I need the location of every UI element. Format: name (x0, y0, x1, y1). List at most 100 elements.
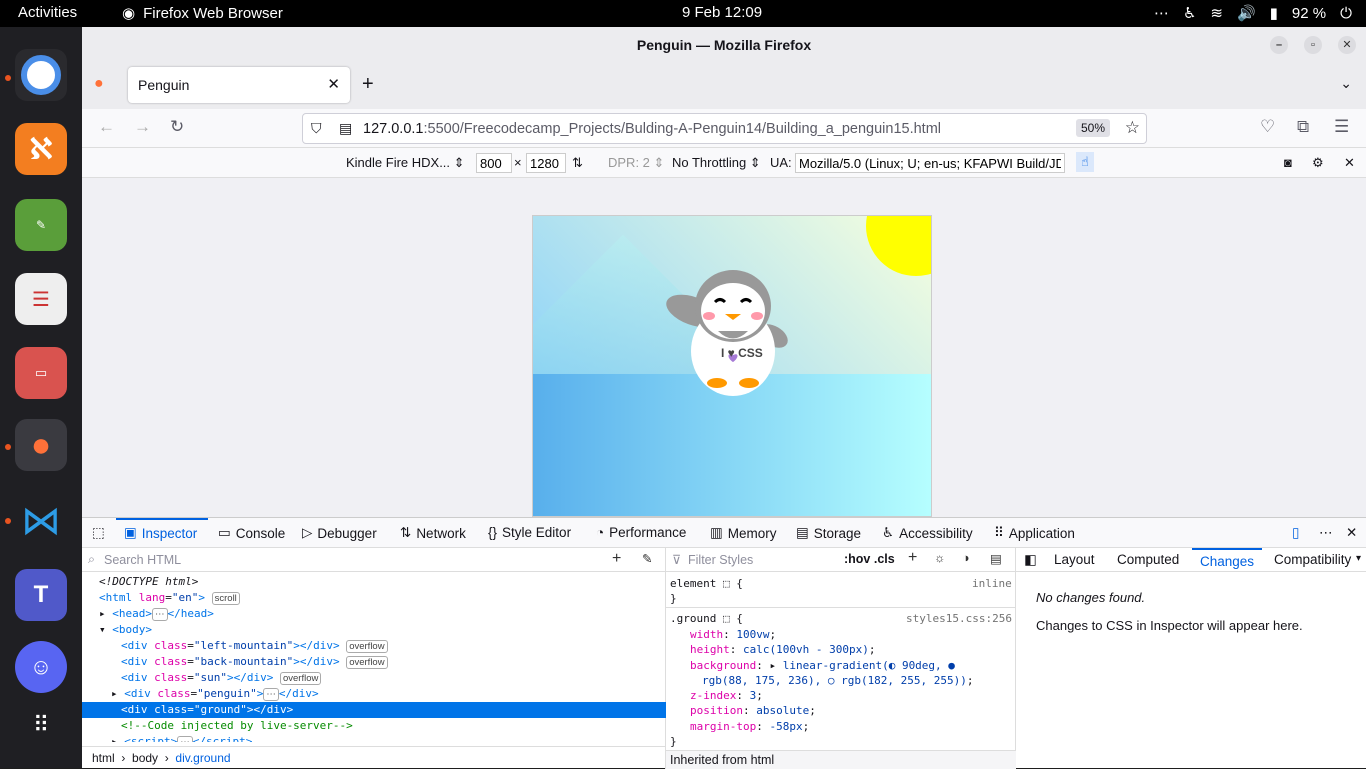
zoom-level[interactable]: 50% (1075, 119, 1110, 137)
clock[interactable]: 9 Feb 12:09 (682, 4, 762, 21)
app-menu[interactable]: ◉ Firefox Web Browser (122, 4, 283, 23)
bookmark-star-icon[interactable]: ☆ (1125, 118, 1140, 138)
tab-layout[interactable]: Layout (1054, 552, 1095, 567)
search-html-input[interactable]: ⌕ Search HTML + ✎ (82, 548, 666, 572)
close-window-button[interactable]: ✕ (1338, 36, 1356, 54)
settings-gear-icon[interactable]: ⚙ (1312, 155, 1324, 171)
close-devtools-icon[interactable]: ✕ (1346, 525, 1357, 541)
body-node[interactable]: ▾ <body> (82, 622, 666, 638)
screenshot-icon[interactable]: ◙ (1284, 155, 1292, 170)
files-icon[interactable]: ▭ (15, 347, 67, 399)
dark-scheme-icon[interactable]: ◑ (962, 551, 970, 565)
tab-console[interactable]: ▭ Console (218, 525, 285, 541)
tab-network[interactable]: ⇅ Network (400, 525, 466, 541)
penguin-page[interactable]: I ♥ CSS (532, 215, 932, 517)
eyedropper-icon[interactable]: ✎ (642, 551, 652, 566)
user-agent-input[interactable] (795, 153, 1065, 173)
decl-z-index[interactable]: z-index: 3; (690, 688, 763, 703)
discord-icon[interactable]: ☺ (15, 641, 67, 693)
tab-performance[interactable]: ◔ Performance (596, 525, 686, 540)
pseudo-class-toggle[interactable]: :hov .cls (844, 552, 895, 566)
decl-background-cont[interactable]: rgb(88, 175, 236), ○ rgb(182, 255, 255))… (702, 673, 974, 688)
menu-icon[interactable]: ☰ (1334, 117, 1349, 137)
tab-style-editor[interactable]: {} Style Editor (488, 525, 571, 540)
tab-changes[interactable]: Changes (1192, 548, 1263, 573)
breadcrumb-div-ground[interactable]: div.ground (175, 751, 230, 765)
minimize-button[interactable]: – (1270, 36, 1288, 54)
script-node[interactable]: ▸ <script>⋯</script> (82, 734, 666, 742)
filter-styles-input[interactable]: ⊽ Filter Styles :hov .cls + ☼ ◑ ▤ (666, 548, 1016, 572)
back-icon[interactable]: ← (98, 117, 115, 137)
forward-icon[interactable]: → (134, 117, 151, 137)
print-media-icon[interactable]: ▤ (990, 551, 1002, 566)
breadcrumb-body[interactable]: body (132, 751, 158, 765)
device-selector[interactable]: Kindle Fire HDX... ⇕ (346, 155, 465, 171)
add-node-icon[interactable]: + (612, 550, 621, 568)
app-grid-icon[interactable]: ⠿ (15, 699, 67, 751)
dpr-selector[interactable]: DPR: 2 ⇕ (608, 155, 664, 171)
activities-button[interactable]: Activities (18, 4, 77, 21)
reload-icon[interactable]: ↻ (170, 117, 184, 137)
ground-rule-header[interactable]: .ground ⬚ { (670, 611, 743, 626)
decl-height[interactable]: height: calc(100vh - 300px); (690, 642, 875, 657)
decl-background[interactable]: background: ▸ linear-gradient(◐ 90deg, ● (690, 658, 955, 673)
tab-computed[interactable]: Computed (1117, 552, 1179, 567)
element-picker-icon[interactable]: ⬚ (92, 525, 105, 541)
close-tab-icon[interactable]: ✕ (327, 75, 340, 93)
maximize-button[interactable]: ▫ (1304, 36, 1322, 54)
decl-width[interactable]: width: 100vw; (690, 627, 776, 642)
ground-node[interactable]: <div class="ground"></div> (82, 702, 666, 718)
tab-debugger[interactable]: ▷ Debugger (302, 525, 377, 541)
html-tree[interactable]: <!DOCTYPE html> <html lang="en"> scroll … (82, 574, 666, 742)
new-tab-button[interactable]: + (362, 73, 374, 96)
chromium-icon[interactable] (15, 49, 67, 101)
extensions-icon[interactable]: ⧉ (1297, 117, 1309, 137)
more-icon[interactable]: ⋯ (1154, 4, 1169, 22)
throttling-selector[interactable]: No Throttling ⇕ (672, 155, 761, 171)
penguin-node[interactable]: ▸ <div class="penguin"> ⋯ </div> (82, 686, 666, 702)
add-rule-icon[interactable]: + (908, 549, 917, 567)
decl-margin-top[interactable]: margin-top: -58px; (690, 719, 809, 734)
rotate-icon[interactable]: ⇅ (572, 155, 583, 171)
sun-node[interactable]: <div class="sun"></div> overflow (82, 670, 666, 686)
vscode-icon[interactable]: ⋈ (15, 495, 67, 547)
comment-node[interactable]: <!--Code injected by live-server--> (82, 718, 666, 734)
power-icon[interactable]: ⏻ (1340, 5, 1352, 22)
accessibility-icon[interactable]: ♿ (1183, 4, 1196, 22)
toggle-pane-icon[interactable]: ◧ (1024, 552, 1037, 568)
notepadqq-icon[interactable]: ✎ (15, 199, 67, 251)
url-bar[interactable]: ⛉ ▤ 127.0.0.1:5500/Freecodecamp_Projects… (302, 113, 1147, 144)
battery-icon[interactable]: ▮ (1270, 4, 1278, 22)
tab-compatibility[interactable]: Compatibility (1274, 552, 1354, 567)
page-info-icon[interactable]: ▤ (339, 120, 352, 137)
touch-simulation-icon[interactable]: ☝ (1076, 152, 1094, 172)
volume-icon[interactable]: 🔊 (1237, 4, 1256, 22)
viewport-width-input[interactable] (476, 153, 512, 173)
devtools-menu-icon[interactable]: ⋯ (1319, 525, 1333, 541)
document-viewer-icon[interactable]: ☰ (15, 273, 67, 325)
tab-application[interactable]: ⠿ Application (994, 525, 1075, 541)
viewport-height-input[interactable] (526, 153, 566, 173)
tab-inspector[interactable]: ▣ Inspector (124, 525, 197, 541)
tab-penguin[interactable]: Penguin ✕ (128, 67, 350, 103)
ground-rule-source[interactable]: styles15.css:256 (906, 611, 1012, 626)
tab-memory[interactable]: ▥ Memory (710, 525, 777, 541)
xampp-icon[interactable]: ℵ (15, 123, 67, 175)
close-rdm-icon[interactable]: ✕ (1344, 155, 1355, 171)
back-mountain-node[interactable]: <div class="back-mountain"></div> overfl… (82, 654, 666, 670)
more-tabs-icon[interactable]: ▾ (1356, 553, 1361, 564)
list-tabs-icon[interactable]: ⌄ (1340, 75, 1352, 92)
shield-icon[interactable]: ⛉ (311, 120, 322, 137)
url-text[interactable]: 127.0.0.1:5500/Freecodecamp_Projects/Bul… (363, 121, 941, 137)
dock-side-icon[interactable]: ▯ (1292, 525, 1299, 541)
firefox-view-icon[interactable]: ● (94, 75, 104, 93)
html-node[interactable]: <html lang="en"> scroll (82, 590, 666, 606)
wifi-icon[interactable]: ≋ (1210, 4, 1223, 22)
head-node[interactable]: ▸ <head> ⋯ </head> (82, 606, 666, 622)
teams-icon[interactable]: T (15, 569, 67, 621)
system-tray[interactable]: ⋯ ♿ ≋ 🔊 ▮ 92 % ⏻ (1154, 4, 1352, 23)
decl-position[interactable]: position: absolute; (690, 703, 816, 718)
firefox-icon[interactable]: ● (15, 419, 67, 471)
doctype-node[interactable]: <!DOCTYPE html> (82, 574, 666, 590)
left-mountain-node[interactable]: <div class="left-mountain"></div> overfl… (82, 638, 666, 654)
